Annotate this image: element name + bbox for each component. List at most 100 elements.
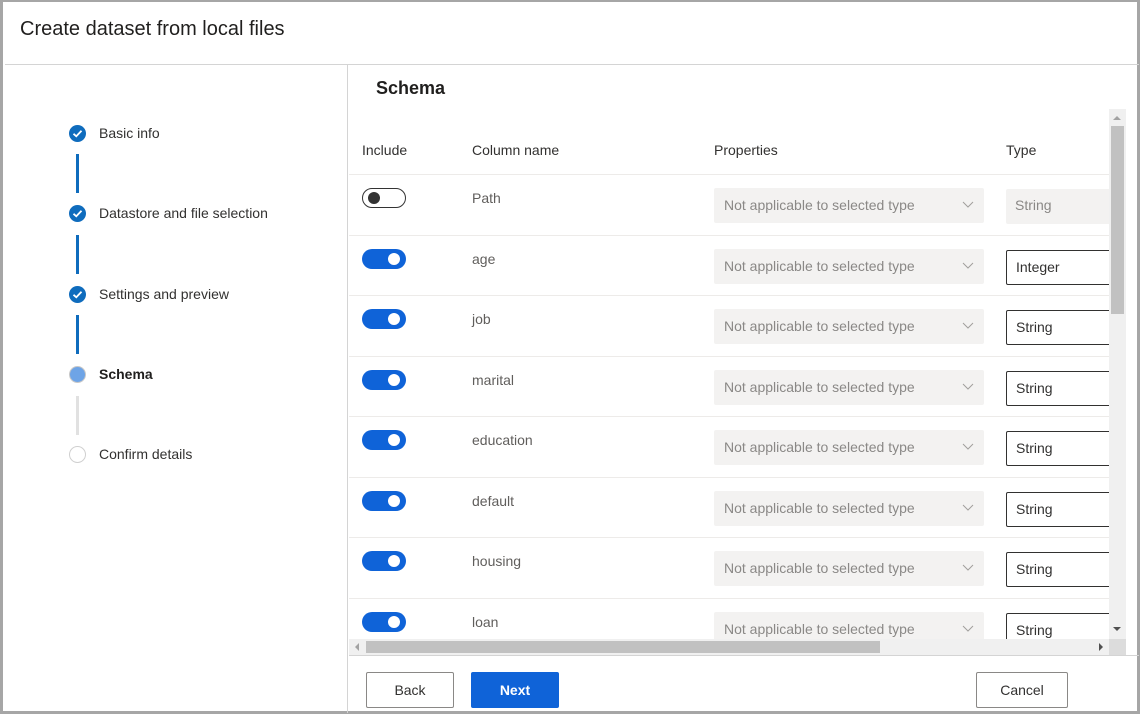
header-column-name: Column name [472,142,560,158]
schema-panel: Schema Include Column name Properties Ty… [349,65,1139,655]
properties-dropdown[interactable]: Not applicable to selected type [714,611,984,639]
chevron-down-icon [962,564,974,571]
type-value: String [1015,197,1052,213]
type-dropdown[interactable]: String [1006,491,1109,527]
include-toggle[interactable] [362,430,406,450]
table-row: Path Not applicable to selected type Strin… [349,174,1109,235]
header-type: Type [1006,142,1037,158]
properties-dropdown[interactable]: Not applicable to selected type [714,369,984,405]
type-value: String [1016,440,1053,456]
step-settings-preview[interactable]: Settings and preview [5,284,345,308]
toggle-knob [388,615,400,628]
properties-value: Not applicable to selected type [724,620,915,637]
type-value: Integer [1016,258,1060,275]
properties-value: Not applicable to selected type [724,197,915,213]
chevron-down-icon [962,322,974,329]
vertical-scroll-thumb[interactable] [1111,126,1124,314]
vertical-scrollbar[interactable] [1109,109,1126,639]
step-label: Schema [99,366,153,382]
next-button[interactable]: Next [471,672,559,708]
empty-circle-icon [69,446,86,463]
type-value: String [1016,379,1053,396]
step-basic-info[interactable]: Basic info [5,123,345,147]
type-value: String [1016,319,1053,335]
column-name: default [472,492,515,509]
type-value: String [1016,500,1053,517]
chevron-down-icon [962,262,974,269]
column-name: education [472,432,533,448]
include-toggle[interactable] [362,369,406,390]
type-value: String [1016,621,1053,638]
type-dropdown: String [1006,189,1109,224]
properties-value: Not applicable to selected type [724,318,915,334]
back-button[interactable]: Back [366,672,454,708]
type-value: String [1016,561,1053,577]
chevron-down-icon [962,443,974,450]
scroll-right-icon[interactable] [1099,643,1103,651]
table-row: housing Not applicable to selected type St… [349,537,1109,598]
chevron-down-icon [962,201,974,208]
check-circle-icon [69,125,86,142]
properties-dropdown[interactable]: Not applicable to selected type [714,309,984,344]
include-toggle[interactable] [362,490,406,511]
include-toggle[interactable] [362,188,406,208]
step-confirm-details[interactable]: Confirm details [5,444,345,468]
section-title: Schema [376,78,446,98]
dialog-footer: Back Next Cancel [349,655,1139,713]
table-row: default Not applicable to selected type St… [349,476,1109,538]
properties-dropdown[interactable]: Not applicable to selected type [714,188,984,223]
table-row: marital Not applicable to selected type St… [349,355,1109,417]
scroll-down-icon[interactable] [1113,627,1121,631]
check-circle-icon [69,286,86,303]
type-dropdown[interactable]: String [1006,431,1109,466]
step-label: Datastore and file selection [99,205,268,221]
properties-value: Not applicable to selected type [724,499,915,516]
properties-dropdown[interactable]: Not applicable to selected type [714,430,984,465]
check-circle-icon [69,205,86,222]
include-toggle[interactable] [362,309,406,329]
properties-dropdown[interactable]: Not applicable to selected type [714,551,984,586]
type-dropdown[interactable]: String [1006,612,1109,639]
type-dropdown[interactable]: Integer [1006,249,1109,285]
column-name: housing [472,553,522,569]
properties-dropdown[interactable]: Not applicable to selected type [714,490,984,526]
include-toggle[interactable] [362,611,406,632]
include-toggle[interactable] [362,551,406,571]
cancel-button[interactable]: Cancel [976,672,1068,708]
properties-value: Not applicable to selected type [724,560,915,576]
current-step-dot-icon [69,366,86,383]
step-connector [76,396,79,435]
chevron-down-icon [962,625,974,632]
table-row: age Not applicable to selected type Intege… [349,234,1109,296]
properties-value: Not applicable to selected type [724,378,915,395]
header-include: Include [362,142,408,158]
step-connector [76,235,79,274]
type-dropdown[interactable]: String [1006,552,1109,587]
table-row: loan Not applicable to selected type Strin… [349,597,1109,639]
table-row: job Not applicable to selected type String [349,295,1109,356]
step-schema[interactable]: Schema [5,364,345,388]
step-label: Confirm details [99,446,193,462]
include-toggle[interactable] [362,248,406,269]
step-label: Basic info [99,125,160,141]
type-dropdown[interactable]: String [1006,310,1109,345]
horizontal-scrollbar[interactable] [349,639,1109,655]
column-name: marital [472,371,515,388]
horizontal-scroll-thumb[interactable] [366,641,880,653]
scroll-left-icon[interactable] [355,643,359,651]
properties-value: Not applicable to selected type [724,257,915,274]
toggle-knob [388,373,400,386]
scroll-up-icon[interactable] [1113,116,1121,120]
wizard-steps: Basic info Datastore and file selection … [5,65,348,713]
toggle-knob [388,494,400,507]
dialog-title: Create dataset from local files [20,18,285,40]
properties-value: Not applicable to selected type [724,439,915,455]
properties-dropdown[interactable]: Not applicable to selected type [714,248,984,284]
type-dropdown[interactable]: String [1006,370,1109,406]
step-connector [76,315,79,354]
column-name: loan [472,613,499,630]
step-datastore-file-selection[interactable]: Datastore and file selection [5,203,345,227]
chevron-down-icon [962,383,974,390]
column-name: Path [472,190,501,206]
toggle-knob [388,434,400,446]
